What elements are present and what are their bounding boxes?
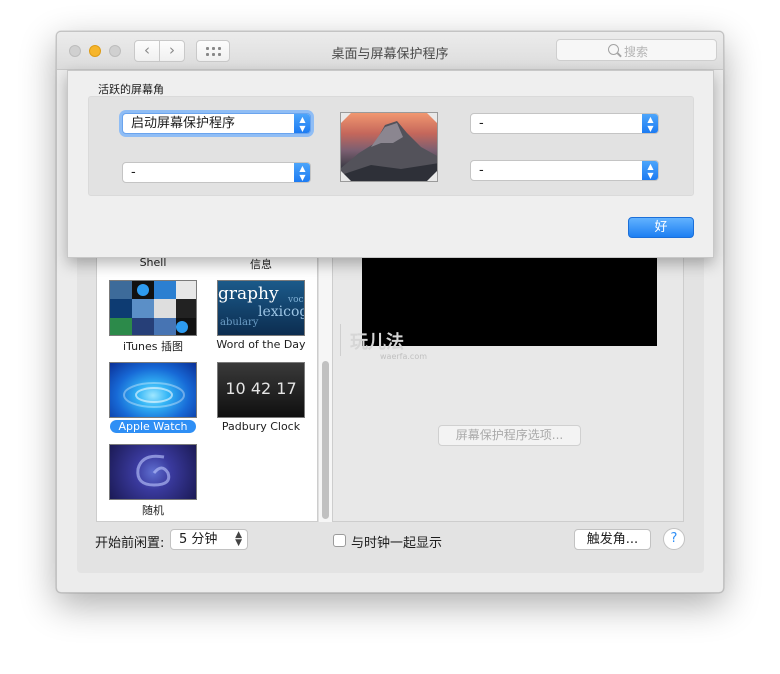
screensaver-tile-word-of-the-day[interactable]: graphy voc lexicog abulary	[217, 280, 305, 336]
watermark-text: 玩儿法	[350, 332, 404, 353]
word-of-day-word-1: graphy	[218, 284, 279, 304]
top-right-corner-value: -	[479, 116, 484, 131]
screensaver-label-itunes: iTunes 插图	[122, 340, 184, 353]
idle-time-value: 5 分钟	[179, 532, 218, 547]
screensaver-label-wrap: Apple Watch	[109, 419, 197, 433]
show-with-clock-label: 与时钟一起显示	[351, 536, 443, 551]
search-icon	[608, 44, 619, 55]
hot-corners-sheet: 活跃的屏幕角 启动屏幕保护程序 ▲ ▼ - ▲ ▼ - ▲ ▼ - ▲ ▼ 好	[67, 70, 714, 258]
search-field[interactable]: 搜索	[556, 39, 717, 61]
select-arrows-icon: ▲ ▼	[642, 114, 658, 133]
top-left-corner-value: 启动屏幕保护程序	[131, 116, 236, 131]
help-button[interactable]: ?	[663, 528, 685, 550]
bottom-left-corner-select[interactable]: - ▲ ▼	[122, 162, 311, 183]
select-arrows-icon: ▲ ▼	[294, 114, 310, 133]
screensaver-list[interactable]: Shell 信息 iTunes 插图 graphy voc lexicog ab…	[96, 251, 318, 522]
clock-time: 10 42 17	[225, 379, 297, 398]
search-placeholder: 搜索	[624, 45, 649, 59]
screensaver-tile-apple-watch[interactable]	[109, 362, 197, 418]
corner-top-right-icon	[427, 113, 437, 123]
bottom-right-corner-select[interactable]: - ▲ ▼	[470, 160, 659, 181]
screensaver-tile-itunes[interactable]	[109, 280, 197, 336]
corner-bottom-left-icon	[341, 171, 351, 181]
screensaver-tile-random[interactable]	[109, 444, 197, 500]
title-bar: ‹ › 桌面与屏幕保护程序 搜索	[57, 32, 723, 70]
ok-button[interactable]: 好	[628, 217, 694, 238]
word-of-day-word-2: lexicog	[258, 304, 305, 320]
mountain-image	[341, 121, 437, 181]
idle-label: 开始前闲置:	[95, 536, 165, 551]
scroll-thumb[interactable]	[322, 361, 329, 519]
top-right-corner-select[interactable]: - ▲ ▼	[470, 113, 659, 134]
screensaver-options-button[interactable]: 屏幕保护程序选项...	[438, 425, 581, 446]
select-arrows-icon: ▲ ▼	[235, 530, 242, 548]
show-with-clock-checkbox[interactable]	[333, 534, 346, 547]
corner-top-left-icon	[341, 113, 351, 123]
word-of-day-word-3: abulary	[220, 317, 259, 328]
screensaver-label-messages: 信息	[250, 258, 272, 271]
screensaver-label-apple-watch: Apple Watch	[110, 420, 196, 433]
swirl-icon	[123, 382, 185, 408]
select-arrows-icon: ▲ ▼	[294, 163, 310, 182]
bottom-right-corner-value: -	[479, 163, 484, 178]
screensaver-tile-padbury-clock[interactable]: 10 42 17	[217, 362, 305, 418]
desktop-thumbnail	[340, 112, 438, 182]
top-left-corner-select[interactable]: 启动屏幕保护程序 ▲ ▼	[122, 113, 311, 134]
bottom-left-corner-value: -	[131, 165, 136, 180]
hot-corners-title: 活跃的屏幕角	[98, 83, 164, 96]
screensaver-label-random: 随机	[142, 504, 164, 517]
itunes-artwork-icon	[110, 281, 196, 335]
watermark-url: waerfa.com	[380, 352, 428, 361]
spiral-icon	[136, 454, 171, 487]
select-arrows-icon: ▲ ▼	[642, 161, 658, 180]
screensaver-label-padbury-clock: Padbury Clock	[221, 420, 301, 433]
hot-corners-button[interactable]: 触发角...	[574, 529, 651, 550]
screensaver-label-word-of-the-day: Word of the Day	[216, 338, 306, 351]
idle-time-select[interactable]: 5 分钟 ▲ ▼	[170, 529, 248, 550]
watermark-mark	[340, 324, 350, 356]
preview-screen	[362, 252, 657, 346]
corner-bottom-right-icon	[427, 171, 437, 181]
screensaver-list-scrollbar[interactable]	[318, 251, 332, 522]
preview-panel: 屏幕保护程序选项...	[332, 251, 684, 522]
